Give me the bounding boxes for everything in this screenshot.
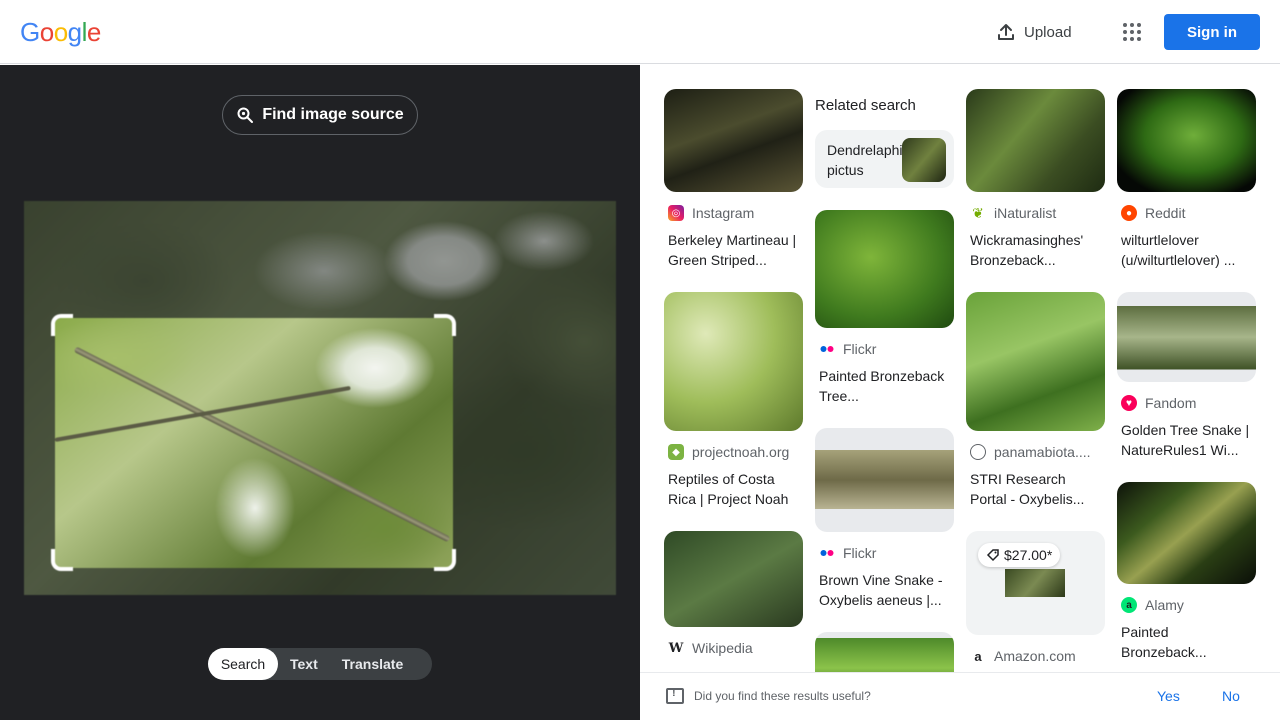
result-card[interactable]: $27.00* a Amazon.com xyxy=(966,531,1105,665)
projectnoah-icon: ◆ xyxy=(668,444,684,460)
tab-text[interactable]: Text xyxy=(278,648,330,680)
google-logo[interactable]: Google xyxy=(20,17,101,48)
logo-letter: o xyxy=(53,17,68,47)
result-card[interactable]: Flickr Painted Bronzeback Tree... xyxy=(815,210,954,406)
crop-handle-top-left[interactable] xyxy=(51,314,73,336)
result-thumbnail[interactable] xyxy=(664,531,803,627)
result-thumbnail[interactable] xyxy=(664,89,803,192)
result-card[interactable]: ❦ iNaturalist Wickramasinghes' Bronzeback… xyxy=(966,89,1105,270)
result-title[interactable]: Painted Bronzeback Tree... xyxy=(815,366,954,406)
globe-icon xyxy=(970,444,986,460)
result-title[interactable]: STRI Research Portal - Oxybelis... xyxy=(966,469,1105,509)
related-search-query: Dendrelaphis pictus xyxy=(827,142,905,178)
feedback-bar: Did you find these results useful? Yes N… xyxy=(640,672,1280,720)
result-card[interactable]: ◆ projectnoah.org Reptiles of Costa Rica … xyxy=(664,292,803,509)
alamy-icon: a xyxy=(1121,597,1137,613)
wikipedia-icon: W xyxy=(668,640,684,656)
result-thumbnail[interactable] xyxy=(815,210,954,328)
result-card[interactable]: ◎ Instagram Berkeley Martineau | Green St… xyxy=(664,89,803,270)
result-thumbnail[interactable] xyxy=(966,89,1105,192)
inaturalist-icon: ❦ xyxy=(970,205,986,221)
source-name: Fandom xyxy=(1145,395,1197,411)
crop-handle-bottom-left[interactable] xyxy=(51,549,73,571)
feedback-yes-button[interactable]: Yes xyxy=(1157,688,1180,704)
source-name: panamabiota.... xyxy=(994,444,1091,460)
upload-button[interactable]: Upload xyxy=(986,14,1082,50)
results-column: ◎ Instagram Berkeley Martineau | Green St… xyxy=(664,89,803,679)
flickr-icon xyxy=(819,545,835,561)
top-bar: Google Upload Sign in xyxy=(0,0,1280,64)
upload-label: Upload xyxy=(1024,23,1072,41)
results-column: ● Reddit wilturtlelover (u/wilturtlelover… xyxy=(1117,89,1256,684)
price-value: $27.00* xyxy=(1004,547,1053,563)
result-title[interactable]: Brown Vine Snake - Oxybelis aeneus |... xyxy=(815,570,954,610)
source-name: projectnoah.org xyxy=(692,444,790,460)
upload-icon xyxy=(998,24,1014,40)
results-column: Related search Dendrelaphis pictus Flick… xyxy=(815,89,954,714)
logo-letter: o xyxy=(39,17,54,47)
source-name: Wikipedia xyxy=(692,640,753,656)
result-thumbnail[interactable] xyxy=(1117,89,1256,192)
google-apps-icon[interactable] xyxy=(1116,16,1148,48)
result-card[interactable]: a Alamy Painted Bronzeback... xyxy=(1117,482,1256,662)
source-name: iNaturalist xyxy=(994,205,1057,221)
find-image-source-label: Find image source xyxy=(262,106,404,123)
result-title[interactable]: Painted Bronzeback... xyxy=(1117,622,1256,662)
source-name: Reddit xyxy=(1145,205,1186,221)
find-image-source-button[interactable]: Find image source xyxy=(222,95,418,135)
result-thumbnail[interactable] xyxy=(815,428,954,532)
source-name: Flickr xyxy=(843,545,877,561)
price-tag-icon xyxy=(986,549,999,562)
feedback-no-button[interactable]: No xyxy=(1222,688,1240,704)
result-title[interactable]: Golden Tree Snake | NatureRules1 Wi... xyxy=(1117,420,1256,460)
source-name: Flickr xyxy=(843,341,877,357)
source-name: Instagram xyxy=(692,205,755,221)
related-search-thumbnail xyxy=(902,138,946,182)
result-title[interactable]: Berkeley Martineau | Green Striped... xyxy=(664,230,803,270)
crop-selection[interactable] xyxy=(55,318,453,568)
result-thumbnail[interactable] xyxy=(1117,482,1256,584)
reddit-icon: ● xyxy=(1121,205,1137,221)
product-image xyxy=(1005,569,1065,597)
fandom-icon: ♥ xyxy=(1121,395,1137,411)
price-badge: $27.00* xyxy=(978,543,1061,567)
branch xyxy=(55,385,351,442)
result-thumbnail[interactable] xyxy=(1117,292,1256,382)
lens-search-icon xyxy=(237,107,254,123)
result-card[interactable]: ● Reddit wilturtlelover (u/wilturtlelover… xyxy=(1117,89,1256,270)
result-title[interactable]: wilturtlelover (u/wilturtlelover) ... xyxy=(1117,230,1256,270)
feedback-question: Did you find these results useful? xyxy=(694,689,871,703)
result-card[interactable]: ♥ Fandom Golden Tree Snake | NatureRules1… xyxy=(1117,292,1256,460)
source-name: Alamy xyxy=(1145,597,1184,613)
query-image xyxy=(24,201,616,595)
results-column: ❦ iNaturalist Wickramasinghes' Bronzeback… xyxy=(966,89,1105,687)
result-card[interactable]: W Wikipedia xyxy=(664,531,803,657)
result-thumbnail[interactable]: $27.00* xyxy=(966,531,1105,635)
instagram-icon: ◎ xyxy=(668,205,684,221)
amazon-icon: a xyxy=(970,648,986,664)
result-thumbnail[interactable] xyxy=(966,292,1105,431)
tab-search[interactable]: Search xyxy=(208,648,278,680)
source-name: Amazon.com xyxy=(994,648,1076,664)
lens-mode-tabs: Search Text Translate xyxy=(208,648,432,680)
feedback-icon xyxy=(666,687,684,704)
crop-handle-bottom-right[interactable] xyxy=(434,549,456,571)
visual-matches-panel: ◎ Instagram Berkeley Martineau | Green St… xyxy=(640,65,1280,720)
crop-handle-top-right[interactable] xyxy=(434,314,456,336)
result-card[interactable]: Flickr Brown Vine Snake - Oxybelis aeneu… xyxy=(815,428,954,610)
flickr-icon xyxy=(819,341,835,357)
related-search-chip[interactable]: Dendrelaphis pictus xyxy=(815,130,954,188)
snake-body xyxy=(73,346,451,543)
sign-in-button[interactable]: Sign in xyxy=(1164,14,1260,50)
result-card[interactable]: panamabiota.... STRI Research Portal - O… xyxy=(966,292,1105,509)
logo-letter: g xyxy=(67,17,82,47)
related-search-heading: Related search xyxy=(815,97,916,114)
result-thumbnail[interactable] xyxy=(664,292,803,431)
result-title[interactable]: Reptiles of Costa Rica | Project Noah xyxy=(664,469,803,509)
tab-translate[interactable]: Translate xyxy=(330,648,415,680)
logo-letter: e xyxy=(86,17,101,47)
result-title[interactable]: Wickramasinghes' Bronzeback... xyxy=(966,230,1105,270)
image-query-panel: Find image source Search Text Translate xyxy=(0,65,640,720)
logo-letter: G xyxy=(20,17,40,47)
